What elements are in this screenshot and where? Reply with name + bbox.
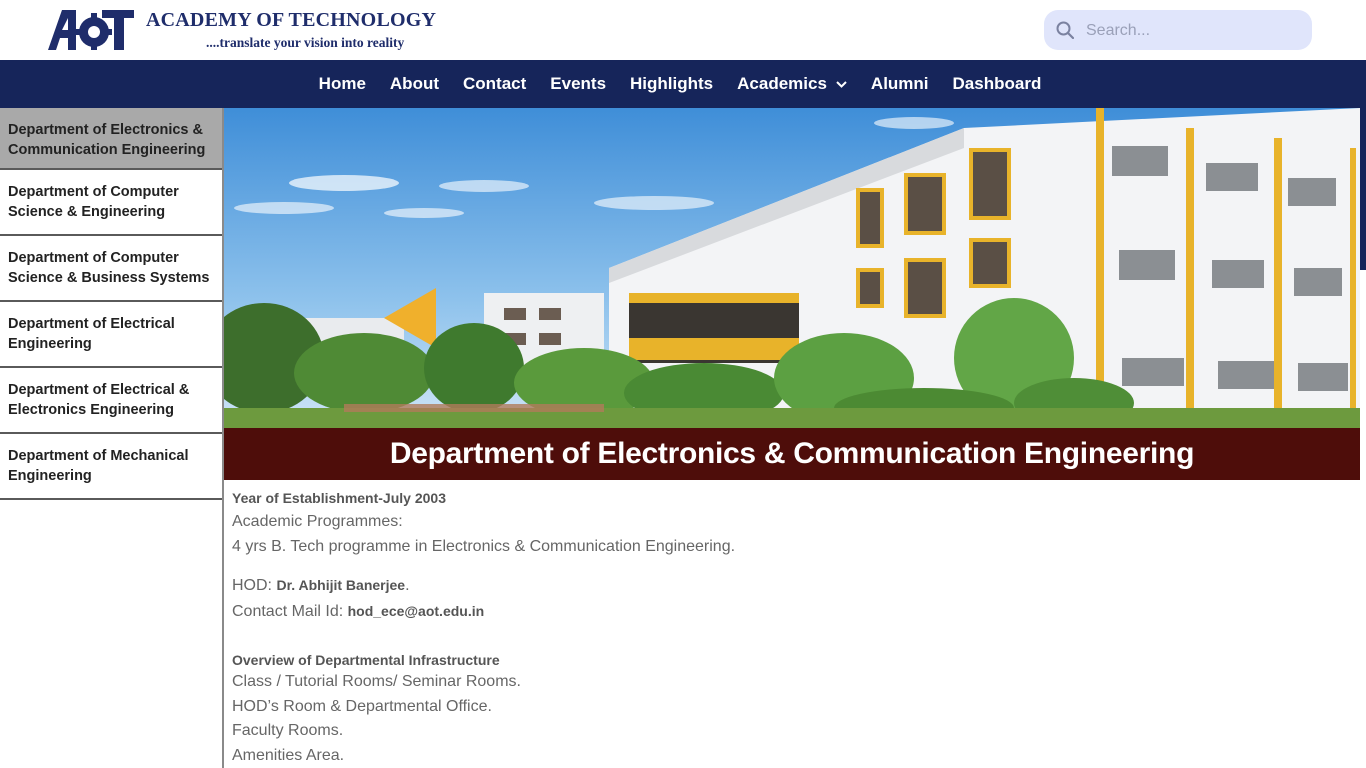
mail-label: Contact Mail Id:: [232, 602, 348, 620]
sidebar-item-cse[interactable]: Department of Computer Science & Enginee…: [0, 170, 222, 236]
hod-mail[interactable]: hod_ece@aot.edu.in: [348, 603, 485, 619]
hod-label: HOD:: [232, 577, 277, 594]
nav-label: Highlights: [630, 74, 714, 93]
nav-item-highlights[interactable]: Highlights: [630, 74, 713, 94]
establishment-year: Year of Establishment-July 2003: [232, 490, 446, 506]
search-icon[interactable]: [1056, 21, 1074, 39]
department-title-bar: Department of Electronics & Communicatio…: [224, 428, 1360, 480]
contact-line: Contact Mail Id: hod_ece@aot.edu.in: [232, 599, 1352, 625]
hod-name: Dr. Abhijit Banerjee: [276, 577, 406, 593]
infra-item: Amenities Area.: [232, 746, 345, 764]
sidebar-item-eee[interactable]: Department of Electrical & Electronics E…: [0, 368, 222, 434]
infra-item: HOD’s Room & Departmental Office.: [232, 697, 492, 715]
nav-label: Events: [550, 74, 607, 93]
nav-label: About: [389, 74, 439, 93]
scrollbar-accent: [1360, 60, 1366, 270]
infra-item: Faculty Rooms.: [232, 722, 344, 739]
nav-label: Academics: [737, 74, 827, 93]
search-box[interactable]: [1044, 10, 1312, 50]
nav-item-events[interactable]: Events: [550, 74, 606, 94]
nav-label: Alumni: [870, 74, 929, 93]
nav-label: Home: [318, 74, 366, 93]
main-nav: Home About Contact Events Highlights Aca…: [0, 60, 1360, 108]
nav-item-academics[interactable]: Academics: [737, 74, 847, 94]
nav-item-alumni[interactable]: Alumni: [871, 74, 929, 94]
infra-item: Class / Tutorial Rooms/ Seminar Rooms.: [232, 673, 521, 690]
department-content: Year of Establishment-July 2003 Academic…: [232, 490, 1352, 768]
programmes-label: Academic Programmes:: [232, 513, 403, 530]
search-input[interactable]: [1084, 18, 1303, 44]
infrastructure-heading: Overview of Departmental Infrastructure: [232, 652, 500, 668]
hod-suffix: .: [405, 577, 410, 594]
nav-label: Contact: [463, 74, 527, 93]
sidebar-item-me[interactable]: Department of Mechanical Engineering: [0, 434, 222, 500]
nav-item-contact[interactable]: Contact: [463, 74, 526, 94]
nav-item-dashboard[interactable]: Dashboard: [953, 74, 1042, 94]
chevron-down-icon: [836, 80, 847, 88]
sidebar-item-ee[interactable]: Department of Electrical Engineering: [0, 302, 222, 368]
sidebar-item-ece[interactable]: Department of Electronics & Communicatio…: [0, 108, 222, 170]
campus-banner-image: [224, 108, 1360, 428]
brand-name: ACADEMY OF TECHNOLOGY: [146, 9, 437, 31]
site-header: ACADEMY OF TECHNOLOGY ....translate your…: [0, 0, 1366, 60]
nav-item-about[interactable]: About: [390, 74, 439, 94]
nav-label: Dashboard: [952, 74, 1042, 93]
aot-logo-icon[interactable]: [48, 10, 134, 50]
sidebar-item-csbs[interactable]: Department of Computer Science & Busines…: [0, 236, 222, 302]
page-title: Department of Electronics & Communicatio…: [389, 437, 1195, 470]
brand-tagline: ....translate your vision into reality: [206, 35, 405, 50]
hod-line: HOD: Dr. Abhijit Banerjee.: [232, 573, 1352, 599]
department-sidebar: Department of Electronics & Communicatio…: [0, 108, 222, 500]
programme-item: 4 yrs B. Tech programme in Electronics &…: [232, 537, 736, 555]
nav-item-home[interactable]: Home: [319, 74, 366, 94]
